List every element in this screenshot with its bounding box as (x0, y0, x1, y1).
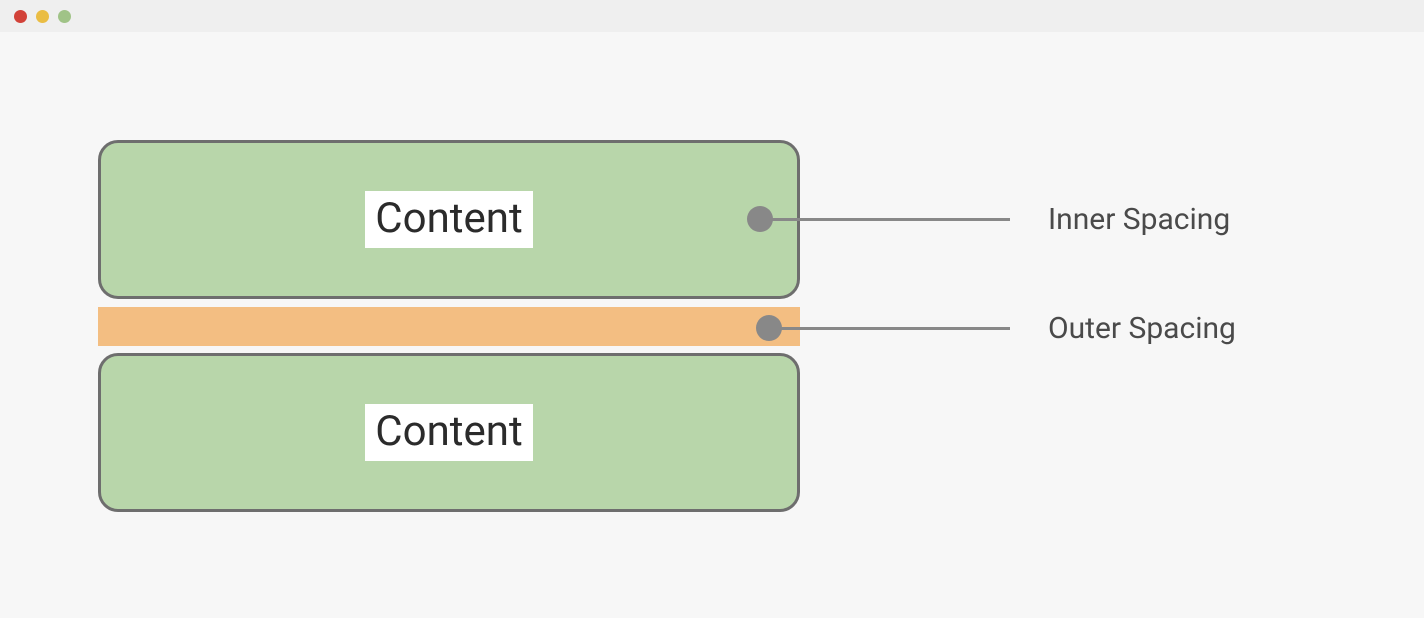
content-box-top: Content (98, 140, 800, 299)
content-label-bottom: Content (365, 404, 532, 461)
close-icon[interactable] (14, 10, 27, 23)
content-box-bottom: Content (98, 353, 800, 512)
window-title-bar (0, 0, 1424, 32)
callout-label-inner: Inner Spacing (1048, 202, 1230, 237)
callout-label-outer: Outer Spacing (1048, 311, 1236, 346)
diagram-stage: Content Content Inner Spacing Outer Spac… (0, 32, 1424, 618)
minimize-icon[interactable] (36, 10, 49, 23)
callout-line-inner (760, 218, 1010, 221)
callout-line-outer (778, 327, 1010, 330)
content-label-top: Content (365, 191, 532, 248)
outer-spacing-strip (98, 307, 800, 346)
maximize-icon[interactable] (58, 10, 71, 23)
